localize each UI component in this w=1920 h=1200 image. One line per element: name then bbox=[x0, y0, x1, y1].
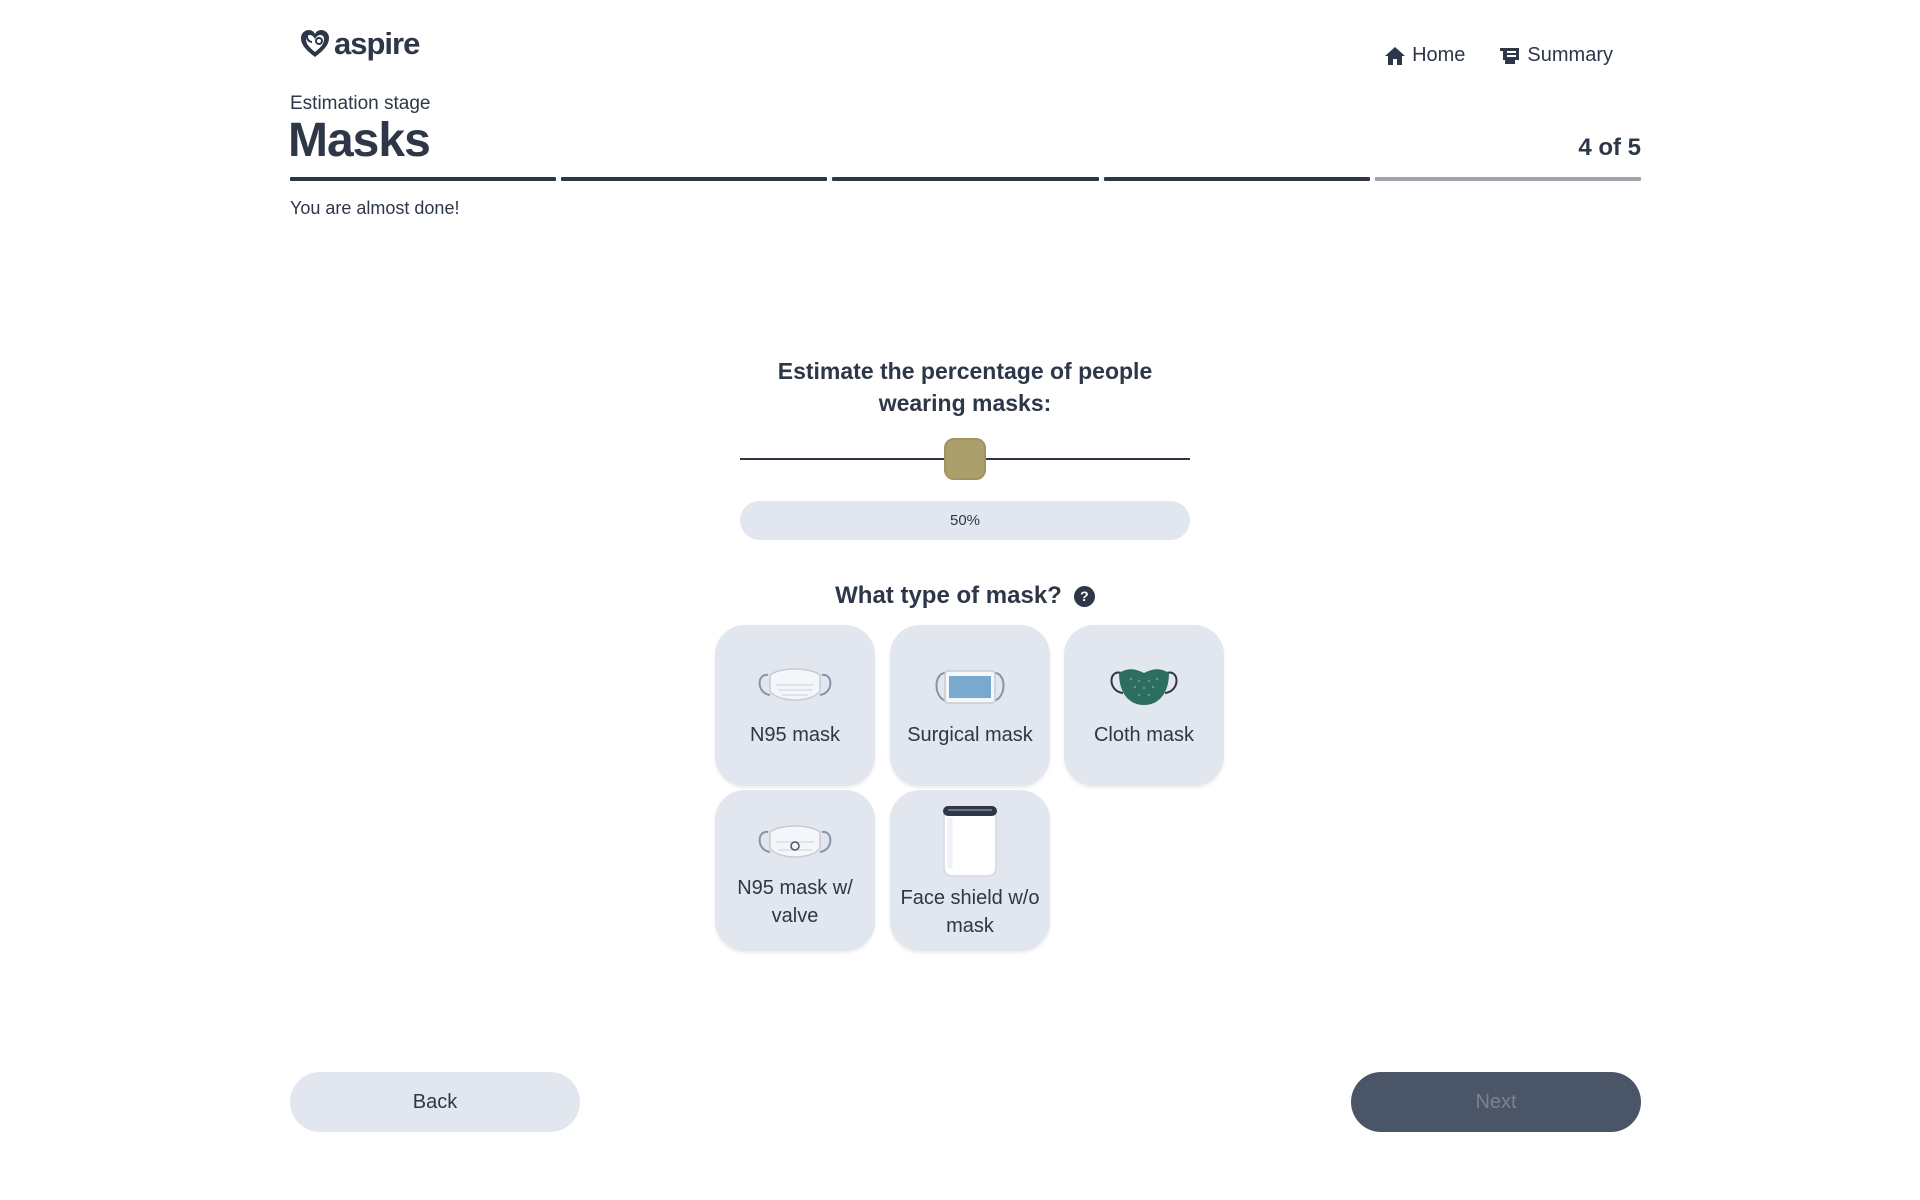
progress-segment bbox=[1103, 177, 1370, 181]
stage-progress-bar bbox=[290, 177, 1642, 181]
mask-option-face-shield[interactable]: Face shield w/o mask bbox=[890, 790, 1050, 951]
home-label: Home bbox=[1412, 44, 1466, 66]
logo[interactable]: aspire bbox=[298, 26, 420, 62]
mask-option-n95-valve[interactable]: N95 mask w/ valve bbox=[715, 790, 875, 951]
mask-option-label: Cloth mask bbox=[1093, 724, 1195, 746]
cloth-mask-icon bbox=[1110, 669, 1178, 705]
mask-option-label: Face shield w/o mask bbox=[900, 887, 1040, 937]
summary-link[interactable]: Summary bbox=[1499, 44, 1613, 67]
summary-label: Summary bbox=[1527, 44, 1613, 66]
page-subtitle: You are almost done! bbox=[290, 198, 460, 218]
mask-option-n95[interactable]: N95 mask bbox=[715, 625, 875, 786]
mask-type-label: What type of mask? bbox=[835, 582, 1062, 609]
progress-segment bbox=[290, 177, 557, 181]
mask-option-cloth[interactable]: Cloth mask bbox=[1064, 625, 1224, 786]
n95-valve-mask-icon bbox=[758, 825, 832, 858]
progress-segment bbox=[561, 177, 828, 181]
home-icon bbox=[1385, 46, 1406, 65]
n95-mask-icon bbox=[758, 668, 832, 701]
progress-segment bbox=[1374, 177, 1642, 181]
heart-stethoscope-icon bbox=[301, 30, 329, 57]
brand-name: aspire bbox=[334, 26, 420, 61]
face-shield-icon bbox=[943, 806, 997, 877]
percentage-slider[interactable] bbox=[740, 438, 1190, 484]
estimate-question: Estimate the percentage of people wearin… bbox=[777, 358, 1153, 416]
mask-option-label: N95 mask w/ valve bbox=[737, 877, 853, 927]
slider-thumb[interactable] bbox=[944, 438, 986, 480]
percentage-value: 50% bbox=[740, 501, 1190, 540]
page-title: Masks bbox=[288, 114, 431, 167]
next-button[interactable]: Next bbox=[1351, 1072, 1641, 1132]
mask-type-question: What type of mask? ? bbox=[760, 582, 1170, 610]
progress-segment bbox=[832, 177, 1099, 181]
mask-option-label: Surgical mask bbox=[907, 724, 1033, 746]
mask-option-label: N95 mask bbox=[749, 724, 841, 746]
home-link[interactable]: Home bbox=[1384, 44, 1465, 67]
help-icon[interactable]: ? bbox=[1073, 585, 1095, 607]
mask-option-surgical[interactable]: Surgical mask bbox=[890, 625, 1050, 786]
summary-icon bbox=[1500, 47, 1520, 64]
surgical-mask-icon bbox=[935, 670, 1005, 704]
back-button[interactable]: Back bbox=[290, 1072, 580, 1132]
stage-label: Estimation stage bbox=[290, 93, 431, 114]
step-counter: 4 of 5 bbox=[1578, 134, 1641, 161]
top-nav: Home Summary bbox=[1384, 44, 1613, 67]
